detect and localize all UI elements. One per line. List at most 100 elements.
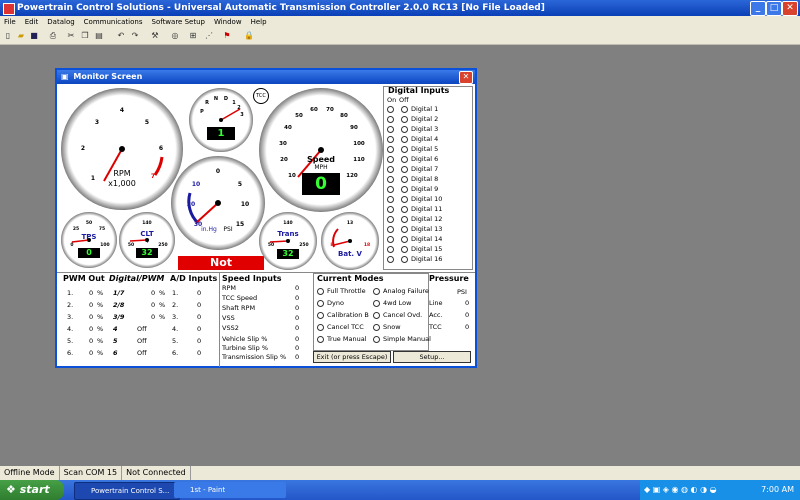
- speed-tick-50: 50: [295, 113, 303, 119]
- mode-radio-right[interactable]: Simple Manual: [373, 335, 431, 343]
- digital-on-radio[interactable]: [387, 245, 394, 253]
- new-file-icon[interactable]: ▯: [3, 31, 13, 41]
- print-icon[interactable]: ⎙: [48, 31, 58, 41]
- digital-off-radio[interactable]: [401, 145, 408, 153]
- menu-communications[interactable]: Communications: [84, 18, 143, 26]
- gauge-icon[interactable]: ◎: [170, 31, 180, 41]
- digital-on-radio[interactable]: [387, 125, 394, 133]
- speed-input-value: 0: [295, 324, 300, 332]
- digital-input-row: Digital 3: [387, 125, 438, 133]
- task-powertrain[interactable]: Powertrain Control S...: [74, 482, 180, 500]
- cut-icon[interactable]: ✂: [66, 31, 76, 41]
- digital-off-radio[interactable]: [401, 105, 408, 113]
- digital-off-radio[interactable]: [401, 225, 408, 233]
- digital-off-radio[interactable]: [401, 255, 408, 263]
- digital-off-radio[interactable]: [401, 195, 408, 203]
- digital-off-radio[interactable]: [401, 245, 408, 253]
- digital-off-radio[interactable]: [401, 185, 408, 193]
- tools-icon[interactable]: ⚒: [150, 31, 160, 41]
- undo-icon[interactable]: ↶: [116, 31, 126, 41]
- slip-label: Vehicle Slip %: [222, 335, 268, 343]
- speed-tick-120: 120: [346, 173, 358, 179]
- clt-tick-140: 140: [142, 221, 152, 226]
- digital-off-radio[interactable]: [401, 125, 408, 133]
- digital-off-radio[interactable]: [401, 175, 408, 183]
- rpm-tick-7: 7: [150, 173, 156, 180]
- setup-button[interactable]: Setup...: [393, 351, 471, 363]
- pwm-out-row-number: 6.: [67, 349, 74, 357]
- start-button[interactable]: ❖ start: [0, 480, 64, 500]
- graph-icon[interactable]: ⋰: [204, 31, 214, 41]
- digital-on-radio[interactable]: [387, 225, 394, 233]
- tune-icon[interactable]: ⚑: [222, 31, 232, 41]
- digital-pwm-value: Off: [137, 349, 147, 357]
- digital-on-radio[interactable]: [387, 185, 394, 193]
- exit-button[interactable]: Exit (or press Escape): [313, 351, 391, 363]
- table-icon[interactable]: ⊞: [188, 31, 198, 41]
- digital-on-radio[interactable]: [387, 215, 394, 223]
- menu-software-setup[interactable]: Software Setup: [152, 18, 205, 26]
- digital-on-radio[interactable]: [387, 105, 394, 113]
- menu-window[interactable]: Window: [214, 18, 242, 26]
- mode-radio-right[interactable]: Snow: [373, 323, 401, 331]
- copy-icon[interactable]: ❐: [80, 31, 90, 41]
- mode-radio-left[interactable]: Calibration B: [317, 311, 369, 319]
- monitor-close-button[interactable]: ✕: [459, 71, 473, 84]
- pwm-out-unit: %: [97, 349, 104, 357]
- digital-on-radio[interactable]: [387, 165, 394, 173]
- digital-off-radio[interactable]: [401, 115, 408, 123]
- digital-off-radio[interactable]: [401, 235, 408, 243]
- save-icon[interactable]: ■: [29, 31, 39, 41]
- speed-tick-60: 60: [310, 107, 318, 113]
- mode-radio-left[interactable]: Dyno: [317, 299, 344, 307]
- digital-pwm-channel: 5: [113, 337, 118, 345]
- menu-datalog[interactable]: Datalog: [47, 18, 74, 26]
- digital-on-radio[interactable]: [387, 145, 394, 153]
- mode-radio-right[interactable]: Analog Failure: [373, 287, 429, 295]
- speed-input-label: VSS2: [222, 324, 239, 332]
- digital-on-radio[interactable]: [387, 235, 394, 243]
- redo-icon[interactable]: ↷: [130, 31, 140, 41]
- digital-on-radio[interactable]: [387, 175, 394, 183]
- digital-on-radio[interactable]: [387, 155, 394, 163]
- digital-pwm-value: 0: [151, 289, 156, 297]
- digital-pwm-value: Off: [137, 337, 147, 345]
- menu-file[interactable]: File: [4, 18, 16, 26]
- start-label: start: [19, 483, 50, 496]
- digital-on-radio[interactable]: [387, 115, 394, 123]
- pressure-label: Acc.: [429, 311, 443, 319]
- digital-input-row: Digital 1: [387, 105, 438, 113]
- digital-off-radio[interactable]: [401, 155, 408, 163]
- mode-radio-right[interactable]: 4wd Low: [373, 299, 411, 307]
- digital-off-radio[interactable]: [401, 205, 408, 213]
- paste-icon[interactable]: ▤: [94, 31, 104, 41]
- digital-on-radio[interactable]: [387, 205, 394, 213]
- mode-radio-left[interactable]: True Manual: [317, 335, 367, 343]
- mode-radio-left[interactable]: Cancel TCC: [317, 323, 364, 331]
- menu-help[interactable]: Help: [251, 18, 267, 26]
- open-folder-icon[interactable]: ▰: [16, 31, 26, 41]
- maximize-button[interactable]: □: [766, 1, 782, 16]
- speed-input-value: 0: [295, 304, 300, 312]
- task-paint[interactable]: 1st - Paint: [174, 482, 286, 498]
- tray-icons[interactable]: ◆ ▣ ◈ ◉ ◍ ◐ ◑ ◒: [644, 485, 717, 494]
- ad-input-value: 0: [197, 325, 202, 333]
- speed-display: 0: [302, 173, 340, 195]
- digital-input-row: Digital 5: [387, 145, 438, 153]
- mode-radio-right[interactable]: Cancel Ovd.: [373, 311, 422, 319]
- digital-on-header: On: [387, 96, 397, 104]
- digital-off-radio[interactable]: [401, 215, 408, 223]
- digital-on-radio[interactable]: [387, 195, 394, 203]
- mode-radio-left[interactable]: Full Throttle: [317, 287, 366, 295]
- digital-on-radio[interactable]: [387, 255, 394, 263]
- digital-off-radio[interactable]: [401, 165, 408, 173]
- digital-on-radio[interactable]: [387, 135, 394, 143]
- clt-tick-250: 250: [158, 243, 168, 248]
- psi-tick-10b: 10: [240, 201, 250, 208]
- close-button[interactable]: ✕: [782, 1, 798, 16]
- trans-unit: °F: [285, 240, 291, 245]
- menu-edit[interactable]: Edit: [25, 18, 39, 26]
- digital-off-radio[interactable]: [401, 135, 408, 143]
- lock-icon[interactable]: 🔒: [244, 31, 254, 41]
- minimize-button[interactable]: _: [750, 1, 766, 16]
